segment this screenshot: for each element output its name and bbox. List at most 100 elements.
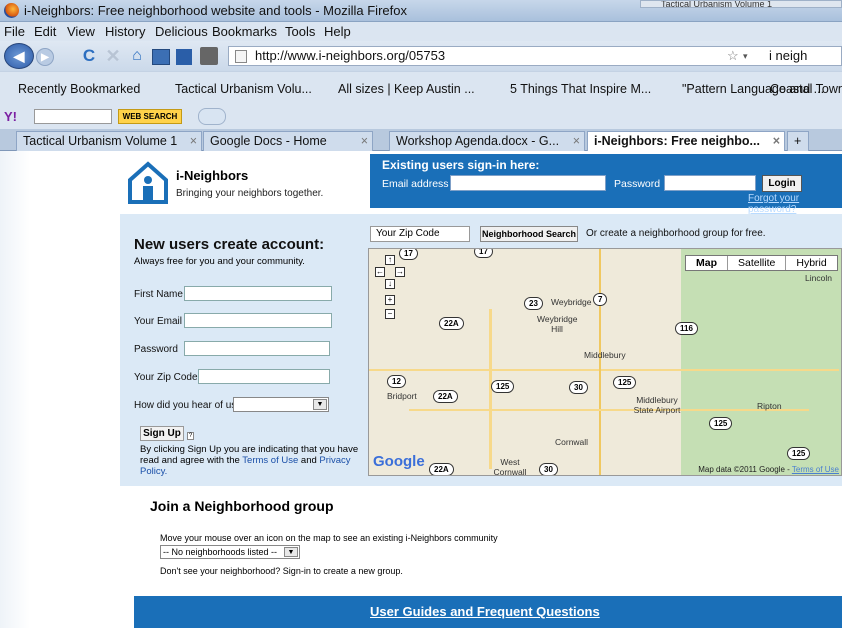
toolbar-pencil-icon[interactable] [198,108,226,125]
tab-label: Google Docs - Home [210,134,327,148]
road [599,249,601,475]
route-shield: 22A [429,463,454,475]
yahoo-search-input[interactable] [34,109,112,124]
close-icon[interactable]: × [773,132,780,150]
menu-tools[interactable]: Tools [285,24,315,39]
dropdown-icon[interactable]: ▾ [743,47,748,65]
bookmark-5-things[interactable]: 5 Things That Inspire M... [510,82,651,96]
town-label: Weybridge Hill [537,314,578,334]
tab-google-docs[interactable]: Google Docs - Home × [203,131,373,151]
map-type-satellite[interactable]: Satellite [727,256,785,270]
pan-left-icon[interactable]: ← [375,267,385,277]
close-icon[interactable]: × [573,132,580,150]
signup-email-field[interactable] [184,313,332,328]
url-bar[interactable]: http://www.i-neighbors.org/05753 ☆ ▾ i n… [228,46,842,66]
hear-about-select[interactable]: ▼ [233,397,329,412]
window-title: i-Neighbors: Free neighborhood website a… [24,3,407,18]
map-pan-zoom-control[interactable]: ↑ ← → ↓ + − [375,255,405,335]
help-icon[interactable]: ? [187,432,194,440]
menu-edit[interactable]: Edit [34,24,56,39]
first-name-label: First Name [134,289,183,300]
chevron-down-icon: ▼ [313,399,327,410]
left-decoration [0,151,30,628]
town-label: West Cornwall [493,457,527,476]
bookmark-coastal[interactable]: Coastal Towns [770,82,842,96]
bookmarks-toolbar: Recently Bookmarked Tactical Urbanism Vo… [0,71,842,105]
neighborhood-select[interactable]: -- No neighborhoods listed -- ▼ [160,545,300,559]
signin-email-field[interactable] [450,175,606,191]
zoom-in-icon[interactable]: + [385,295,395,305]
bookmark-recently[interactable]: Recently Bookmarked [18,82,140,96]
dont-see-text: Don't see your neighborhood? Sign-in to … [160,566,403,576]
route-shield: 30 [539,463,558,475]
page-icon [235,50,247,63]
route-shield: 22A [439,317,464,330]
close-icon[interactable]: × [190,132,197,150]
map-view[interactable]: Map Satellite Hybrid ↑ ← → ↓ + − 17 17 2… [368,248,842,476]
tab-label: Workshop Agenda.docx - G... [396,134,560,148]
map-type-control[interactable]: Map Satellite Hybrid [685,255,838,271]
bookmark-page-icon[interactable] [176,49,192,65]
background-window-tab[interactable]: Tactical Urbanism Volume 1 [640,0,842,8]
road [409,409,809,411]
route-shield: 23 [524,297,543,310]
pan-right-icon[interactable]: → [395,267,405,277]
menu-file[interactable]: File [4,24,25,39]
menu-view[interactable]: View [67,24,95,39]
route-shield: 116 [675,322,698,335]
zoom-out-icon[interactable]: − [385,309,395,319]
map-type-hybrid[interactable]: Hybrid [785,256,836,270]
neighborhood-select-value: -- No neighborhoods listed -- [163,547,278,557]
chevron-down-icon: ▼ [284,547,298,557]
terms-and: and [298,455,320,466]
forgot-password-link[interactable]: Forgot your password? [748,193,842,215]
search-bar-text[interactable]: i neigh [769,47,807,65]
pan-up-icon[interactable]: ↑ [385,255,395,265]
stop-icon[interactable]: ✕ [102,45,124,67]
reload-icon[interactable]: C [78,45,100,67]
home-icon[interactable]: ⌂ [126,45,148,67]
star-icon[interactable]: ☆ [727,47,739,65]
signup-password-field[interactable] [184,341,330,356]
route-shield: 125 [613,376,637,389]
menu-history[interactable]: History [105,24,145,39]
pan-down-icon[interactable]: ↓ [385,279,395,289]
bookmark-all-sizes[interactable]: All sizes | Keep Austin ... [338,82,475,96]
signup-zip-field[interactable] [198,369,330,384]
signin-password-field[interactable] [664,175,756,191]
forest-area [681,249,841,475]
footer-bar: User Guides and Frequent Questions [134,596,842,628]
menu-bookmarks[interactable]: Bookmarks [212,24,277,39]
hear-label: How did you hear of us? [134,400,242,411]
terms-of-use-link[interactable]: Terms of Use [242,455,298,466]
bookmark-tactical[interactable]: Tactical Urbanism Volu... [175,82,312,96]
tab-tactical-urbanism[interactable]: Tactical Urbanism Volume 1 × [16,131,202,151]
login-button[interactable]: Login [762,175,802,192]
yahoo-logo-icon: Y! [4,109,17,124]
zip-label: Your Zip Code [134,372,198,383]
signup-title: New users create account: [134,236,325,253]
tab-i-neighbors[interactable]: i-Neighbors: Free neighbo... × [587,131,785,151]
menu-delicious[interactable]: Delicious [155,24,208,39]
house-logo-icon [128,161,168,204]
delicious-icon[interactable] [152,49,170,65]
route-shield: 125 [787,447,811,460]
web-search-button[interactable]: WEB SEARCH [118,109,182,124]
first-name-field[interactable] [184,286,332,301]
join-hint: Move your mouse over an icon on the map … [160,533,498,543]
new-tab-button[interactable]: + [787,131,809,151]
user-guides-link[interactable]: User Guides and Frequent Questions [370,604,600,619]
menu-help[interactable]: Help [324,24,351,39]
signup-button[interactable]: Sign Up [140,426,184,441]
back-button[interactable]: ◀ [4,43,34,69]
tag-icon[interactable] [200,47,218,65]
map-type-map[interactable]: Map [686,256,727,270]
terms-text: By clicking Sign Up you are indicating t… [140,444,366,477]
create-group-text: Or create a neighborhood group for free. [586,228,766,239]
map-terms-link[interactable]: Terms of Use [792,465,839,474]
tab-workshop-agenda[interactable]: Workshop Agenda.docx - G... × [389,131,585,151]
neighborhood-search-button[interactable]: Neighborhood Search [480,226,578,242]
close-icon[interactable]: × [361,132,368,150]
zip-search-input[interactable]: Your Zip Code [370,226,470,242]
forward-button[interactable]: ▶ [36,48,54,66]
